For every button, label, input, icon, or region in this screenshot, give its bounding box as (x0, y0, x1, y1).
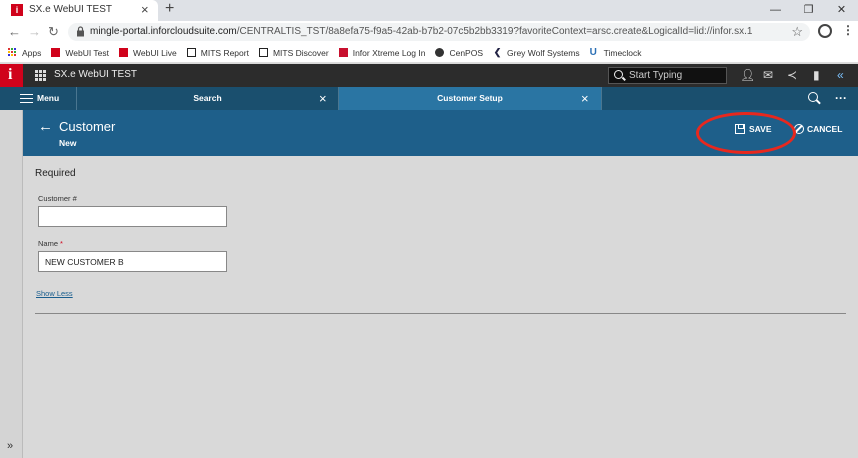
share-icon[interactable]: ≺ (787, 68, 797, 82)
mits-icon (186, 48, 196, 57)
bookmark-webui-live[interactable]: WebUI Live (119, 48, 177, 58)
expand-icon[interactable]: » (7, 440, 13, 452)
customer-number-label: Customer # (38, 194, 77, 203)
annotation-circle (696, 112, 796, 154)
search-icon (614, 70, 623, 79)
close-window-icon[interactable]: ✕ (825, 0, 858, 21)
customer-number-field[interactable] (38, 206, 227, 227)
app-title: SX.e WebUI TEST (54, 69, 137, 80)
page-subtitle: New (59, 138, 77, 148)
bookmark-label: MITS Report (200, 47, 249, 58)
greywolf-icon: ❮ (493, 47, 502, 57)
xtreme-icon (338, 48, 348, 57)
bookmark-label: CenPOS (449, 47, 484, 58)
tab-customer-setup[interactable]: Customer Setup × (339, 87, 602, 110)
bookmark-mits-report[interactable]: MITS Report (186, 47, 249, 58)
workspace-tabbar: Menu Search × Customer Setup × ··· (0, 87, 858, 110)
name-field[interactable] (38, 251, 227, 272)
browser-tabstrip: i SX.e WebUI TEST × + — ❐ ✕ (0, 0, 858, 21)
page-header: ← Customer New SAVE CANCEL (23, 110, 858, 156)
bookmark-grey-wolf[interactable]: ❮ Grey Wolf Systems (493, 48, 580, 58)
address-bar: ← → ↻ mingle-portal.inforcloudsuite.com/… (0, 21, 858, 43)
bookmark-label: Infor Xtreme Log In (352, 47, 426, 58)
collapse-panel-icon[interactable]: « (837, 68, 844, 82)
name-label: Name (38, 239, 59, 248)
timeclock-icon: U (589, 47, 597, 58)
infor-logo[interactable]: i (0, 64, 23, 87)
divider (35, 313, 846, 314)
mits-icon (258, 48, 268, 57)
menu-label: Menu (37, 93, 60, 103)
menu-button[interactable]: Menu (0, 87, 77, 110)
url-path: /CENTRALTIS_TST/8a8efa75-f9a5-42ab-b7b2-… (236, 26, 753, 37)
bookmarks-bar: Apps WebUI Test WebUI Live MITS Report M… (0, 43, 858, 63)
bookmark-star-icon[interactable]: ☆ (791, 24, 803, 40)
app-switcher-icon[interactable] (35, 70, 46, 81)
tab-label: Search (193, 93, 222, 103)
bookmark-webui-test[interactable]: WebUI Test (51, 48, 109, 58)
bookmark-label: MITS Discover (272, 47, 329, 58)
tab-search[interactable]: Search × (77, 87, 339, 110)
close-icon[interactable]: × (581, 91, 589, 106)
bookmark-label: WebUI Test (65, 47, 109, 58)
cancel-button[interactable]: CANCEL (794, 124, 842, 134)
lock-icon (77, 26, 84, 37)
back-arrow-icon[interactable]: ← (38, 118, 53, 135)
more-options-icon[interactable]: ··· (835, 91, 847, 105)
apps-icon (8, 48, 17, 57)
bookmark-label: Apps (22, 47, 42, 58)
bookmark-timeclock[interactable]: U Timeclock (590, 48, 642, 58)
name-label-row: Name * (38, 239, 63, 248)
left-rail: » (0, 110, 23, 458)
profile-icon[interactable] (818, 24, 832, 38)
search-input[interactable] (629, 70, 724, 81)
bookmark-mits-discover[interactable]: MITS Discover (258, 47, 329, 58)
page-title: Customer (59, 119, 116, 134)
user-icon[interactable]: 👤︎ (740, 68, 755, 82)
cancel-label: CANCEL (807, 124, 843, 134)
reload-icon[interactable]: ↻ (48, 24, 59, 40)
cenpos-icon (435, 48, 445, 57)
bookmark-cenpos[interactable]: CenPOS (435, 48, 483, 58)
window-controls: — ❐ ✕ (759, 0, 858, 21)
browser-tab[interactable]: i SX.e WebUI TEST × (0, 0, 158, 21)
url-text: mingle-portal.inforcloudsuite.com/CENTRA… (90, 26, 752, 37)
infor-favicon-icon: i (11, 4, 23, 16)
new-tab-icon[interactable]: + (165, 0, 174, 18)
close-tab-icon[interactable]: × (141, 2, 149, 17)
required-marker: * (60, 239, 63, 248)
global-search[interactable] (608, 67, 727, 84)
infor-header: i SX.e WebUI TEST 👤︎ ✉︎ ≺ ▮ « (0, 64, 858, 87)
infor-icon (119, 48, 128, 57)
forward-arrow-icon[interactable]: → (28, 24, 41, 39)
close-icon[interactable]: × (319, 91, 327, 106)
bookmark-label: Grey Wolf Systems (507, 47, 580, 58)
tab-label: Customer Setup (437, 93, 503, 103)
url-field[interactable]: mingle-portal.inforcloudsuite.com/CENTRA… (68, 23, 810, 41)
infor-icon (51, 48, 61, 57)
bookmark-label: WebUI Live (133, 47, 177, 58)
hamburger-icon (20, 94, 33, 103)
show-less-link[interactable]: Show Less (36, 289, 73, 298)
bookmark-apps[interactable]: Apps (8, 48, 41, 58)
customer-form: Required Customer # Name* Show Less (23, 156, 858, 458)
bookmark-infor-xtreme[interactable]: Infor Xtreme Log In (338, 47, 426, 58)
mail-icon[interactable]: ✉︎ (763, 68, 773, 82)
back-arrow-icon[interactable]: ← (8, 24, 21, 39)
bookmark-icon[interactable]: ▮ (813, 68, 820, 82)
bookmark-label: Timeclock (603, 47, 642, 58)
search-icon[interactable] (808, 92, 818, 102)
url-host: mingle-portal.inforcloudsuite.com (90, 26, 237, 37)
restore-icon[interactable]: ❐ (792, 0, 825, 21)
section-title: Required (35, 168, 76, 179)
infor-logo-letter: i (8, 66, 13, 83)
minimize-icon[interactable]: — (759, 0, 792, 21)
browser-tab-title: SX.e WebUI TEST (29, 4, 112, 15)
browser-menu-icon[interactable]: ⋮ (842, 23, 854, 37)
